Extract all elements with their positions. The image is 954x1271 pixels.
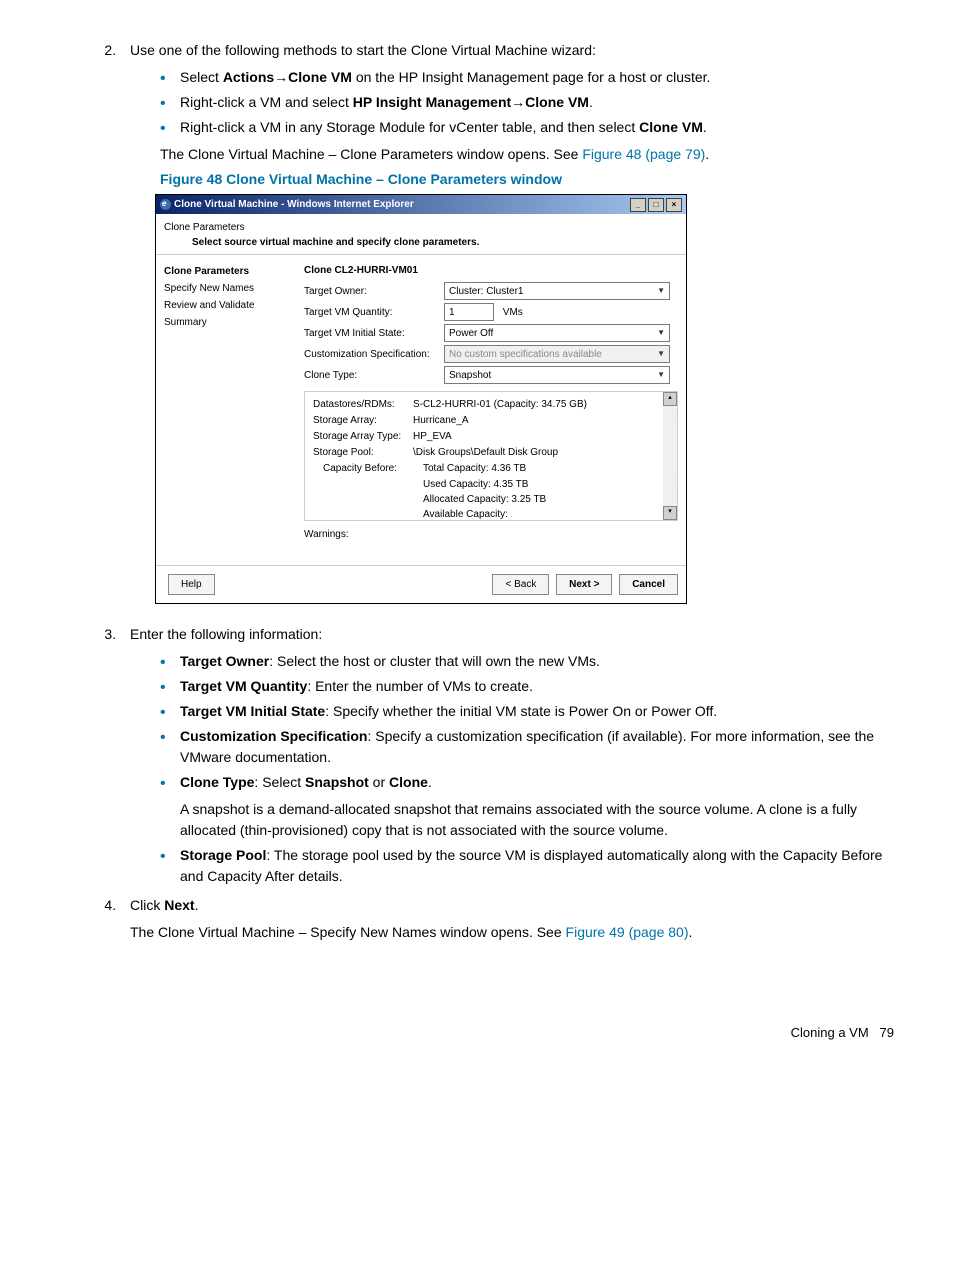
figure-48-ref[interactable]: Figure 48 (page 79) — [582, 146, 705, 162]
figure-49-ref[interactable]: Figure 49 (page 80) — [566, 924, 689, 940]
step3-cust-spec: Customization Specification: Specify a c… — [160, 726, 894, 768]
nav-review-validate[interactable]: Review and Validate — [160, 297, 300, 314]
step2-opens-text: The Clone Virtual Machine – Clone Parame… — [160, 144, 894, 165]
scroll-up-icon[interactable]: ▴ — [663, 392, 677, 406]
target-init-label: Target VM Initial State: — [304, 326, 444, 341]
target-qty-unit: VMs — [503, 307, 523, 318]
close-button[interactable]: × — [666, 198, 682, 212]
step2-bullet-0: Select Actions→Clone VM on the HP Insigh… — [160, 67, 894, 88]
chevron-down-icon: ▼ — [657, 369, 665, 381]
nav-clone-parameters[interactable]: Clone Parameters — [160, 263, 300, 280]
ie-icon — [160, 199, 171, 210]
step3-target-init: Target VM Initial State: Specify whether… — [160, 701, 894, 722]
sat-lbl: Storage Array Type: — [313, 429, 413, 444]
target-owner-label: Target Owner: — [304, 284, 444, 299]
clone-vm-wizard-window: Clone Virtual Machine - Windows Internet… — [155, 194, 687, 604]
ds-lbl: Datastores/RDMs: — [313, 397, 413, 412]
figure-48-caption: Figure 48 Clone Virtual Machine – Clone … — [160, 169, 894, 190]
chevron-down-icon: ▼ — [657, 327, 665, 339]
target-qty-input[interactable]: 1 — [444, 303, 494, 321]
step-3-intro: Enter the following information: — [130, 626, 322, 642]
cust-spec-label: Customization Specification: — [304, 347, 444, 362]
target-qty-label: Target VM Quantity: — [304, 305, 444, 320]
target-init-select[interactable]: Power Off▼ — [444, 324, 670, 342]
warnings-box — [444, 527, 678, 555]
window-title: Clone Virtual Machine - Windows Internet… — [174, 199, 414, 210]
next-button[interactable]: Next > — [556, 574, 612, 595]
form-title: Clone CL2-HURRI-VM01 — [304, 263, 678, 278]
nav-summary[interactable]: Summary — [160, 314, 300, 331]
chevron-down-icon: ▼ — [657, 348, 665, 360]
target-owner-select[interactable]: Cluster: Cluster1▼ — [444, 282, 670, 300]
sa-lbl: Storage Array: — [313, 413, 413, 428]
wizard-nav: Clone Parameters Specify New Names Revie… — [156, 255, 304, 565]
chevron-down-icon: ▼ — [657, 285, 665, 297]
help-button[interactable]: Help — [168, 574, 215, 595]
clone-type-label: Clone Type: — [304, 368, 444, 383]
cust-spec-select: No custom specifications available▼ — [444, 345, 670, 363]
scrollbar[interactable]: ▴ ▾ — [663, 392, 677, 520]
step-2-item: Use one of the following methods to star… — [120, 40, 894, 604]
clone-type-desc: A snapshot is a demand-allocated snapsho… — [180, 799, 894, 841]
nav-specify-new-names[interactable]: Specify New Names — [160, 280, 300, 297]
step3-target-owner: Target Owner: Select the host or cluster… — [160, 651, 894, 672]
header-subtext: Select source virtual machine and specif… — [164, 235, 678, 250]
warnings-label: Warnings: — [304, 527, 444, 542]
scroll-down-icon[interactable]: ▾ — [663, 506, 677, 520]
sp-lbl: Storage Pool: — [313, 445, 413, 460]
cancel-button[interactable]: Cancel — [619, 574, 678, 595]
clone-type-select[interactable]: Snapshot▼ — [444, 366, 670, 384]
step4-opens-text: The Clone Virtual Machine – Specify New … — [130, 922, 894, 943]
maximize-button[interactable]: □ — [648, 198, 664, 212]
step3-storage-pool: Storage Pool: The storage pool used by t… — [160, 845, 894, 887]
page-footer: Cloning a VM 79 — [60, 1023, 894, 1043]
back-button[interactable]: < Back — [492, 574, 549, 595]
header-clone-parameters: Clone Parameters — [164, 220, 678, 235]
step3-clone-type: Clone Type: Select Snapshot or Clone. A … — [160, 772, 894, 841]
step3-target-qty: Target VM Quantity: Enter the number of … — [160, 676, 894, 697]
step-2-intro: Use one of the following methods to star… — [130, 42, 596, 58]
datastore-info-box: Datastores/RDMs:S-CL2-HURRI-01 (Capacity… — [304, 391, 678, 521]
window-titlebar: Clone Virtual Machine - Windows Internet… — [156, 195, 686, 214]
step-3-item: Enter the following information: Target … — [120, 624, 894, 887]
step-4-item: Click Next. The Clone Virtual Machine – … — [120, 895, 894, 943]
step2-bullet-2: Right-click a VM in any Storage Module f… — [160, 117, 894, 138]
cb-lbl: Capacity Before: — [313, 461, 423, 476]
step2-bullet-1: Right-click a VM and select HP Insight M… — [160, 92, 894, 113]
minimize-button[interactable]: _ — [630, 198, 646, 212]
